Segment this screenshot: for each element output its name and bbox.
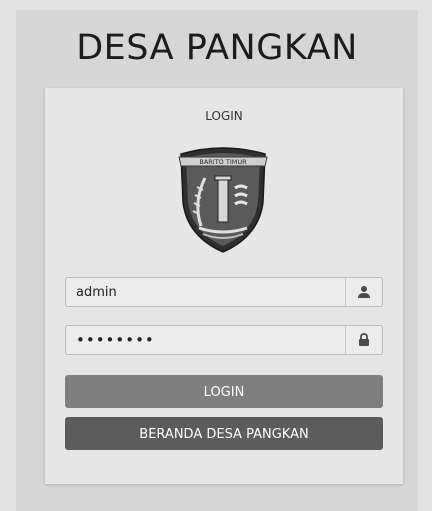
username-input[interactable] [66,278,345,306]
login-card-title: LOGIN [205,109,243,123]
password-field-group [65,325,383,355]
home-button[interactable]: BERANDA DESA PANGKAN [65,417,383,450]
login-button[interactable]: LOGIN [65,375,383,408]
lock-icon [345,326,382,354]
barito-timur-emblem: BARITO TIMUR [178,147,268,253]
user-icon [345,278,382,306]
password-input[interactable] [66,326,345,354]
username-field-group [65,277,383,307]
login-card: LOGIN BARITO TIMUR admin •••••••• LOGIN … [45,88,403,484]
svg-text:BARITO TIMUR: BARITO TIMUR [199,158,247,166]
site-title: DESA PANGKAN [76,28,358,68]
